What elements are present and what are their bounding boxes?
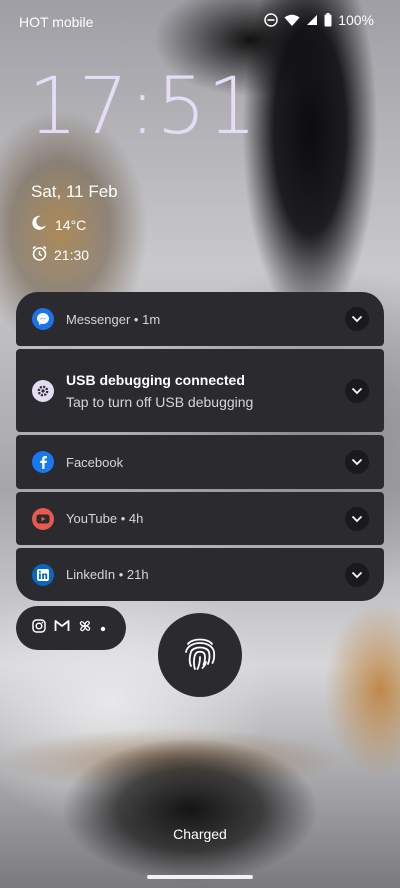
battery-icon — [324, 13, 332, 27]
notification-text: Messenger • 1m — [66, 311, 161, 327]
expand-chevron-icon[interactable] — [345, 562, 369, 587]
notification-linkedin[interactable]: LinkedIn • 21h — [16, 548, 384, 601]
do-not-disturb-icon — [264, 13, 278, 27]
notification-text: LinkedIn • 21h — [66, 567, 149, 582]
messenger-icon — [32, 308, 54, 330]
usb-text: USB debugging connected Tap to turn off … — [66, 372, 345, 410]
notification-youtube[interactable]: YouTube • 4h — [16, 492, 384, 545]
pinwheel-icon — [78, 619, 92, 638]
expand-chevron-icon[interactable] — [345, 450, 369, 474]
expand-chevron-icon[interactable] — [345, 378, 369, 403]
status-icons: 100% — [264, 12, 374, 28]
gmail-icon — [54, 619, 70, 637]
temperature: 14°C — [55, 216, 87, 233]
next-alarm[interactable]: 21:30 — [31, 245, 89, 265]
usb-subtitle: Tap to turn off USB debugging — [66, 393, 254, 410]
signal-icon — [306, 14, 318, 26]
alarm-icon — [31, 245, 48, 265]
lock-clock: 17:51 — [28, 62, 258, 152]
more-dot-icon — [100, 619, 106, 637]
notification-usb-debugging[interactable]: USB debugging connected Tap to turn off … — [16, 349, 384, 432]
expand-chevron-icon[interactable] — [345, 506, 369, 531]
expand-chevron-icon[interactable] — [345, 307, 369, 331]
facebook-icon — [32, 451, 54, 473]
linkedin-icon — [32, 563, 54, 586]
instagram-icon — [32, 618, 46, 638]
battery-percent: 100% — [338, 12, 374, 28]
status-bar: HOT mobile 100% — [0, 0, 400, 44]
weather[interactable]: 14°C — [31, 215, 86, 234]
carrier-label: HOT mobile — [19, 14, 94, 30]
notification-shelf[interactable] — [16, 606, 126, 650]
youtube-icon — [32, 507, 54, 530]
alarm-time: 21:30 — [54, 247, 90, 263]
usb-settings-icon — [32, 379, 54, 402]
usb-title: USB debugging connected — [66, 371, 245, 388]
lock-date[interactable]: Sat, 11 Feb — [31, 182, 118, 202]
wifi-icon — [284, 14, 300, 27]
home-indicator[interactable] — [147, 875, 253, 879]
notification-text: YouTube • 4h — [66, 511, 144, 526]
notification-text: Facebook — [66, 454, 124, 470]
fingerprint-button[interactable] — [158, 613, 242, 697]
moon-icon — [31, 215, 47, 234]
fingerprint-icon — [183, 634, 217, 677]
charging-status: Charged — [173, 826, 227, 842]
notification-facebook[interactable]: Facebook — [16, 435, 384, 489]
notification-messenger[interactable]: Messenger • 1m — [16, 292, 384, 346]
